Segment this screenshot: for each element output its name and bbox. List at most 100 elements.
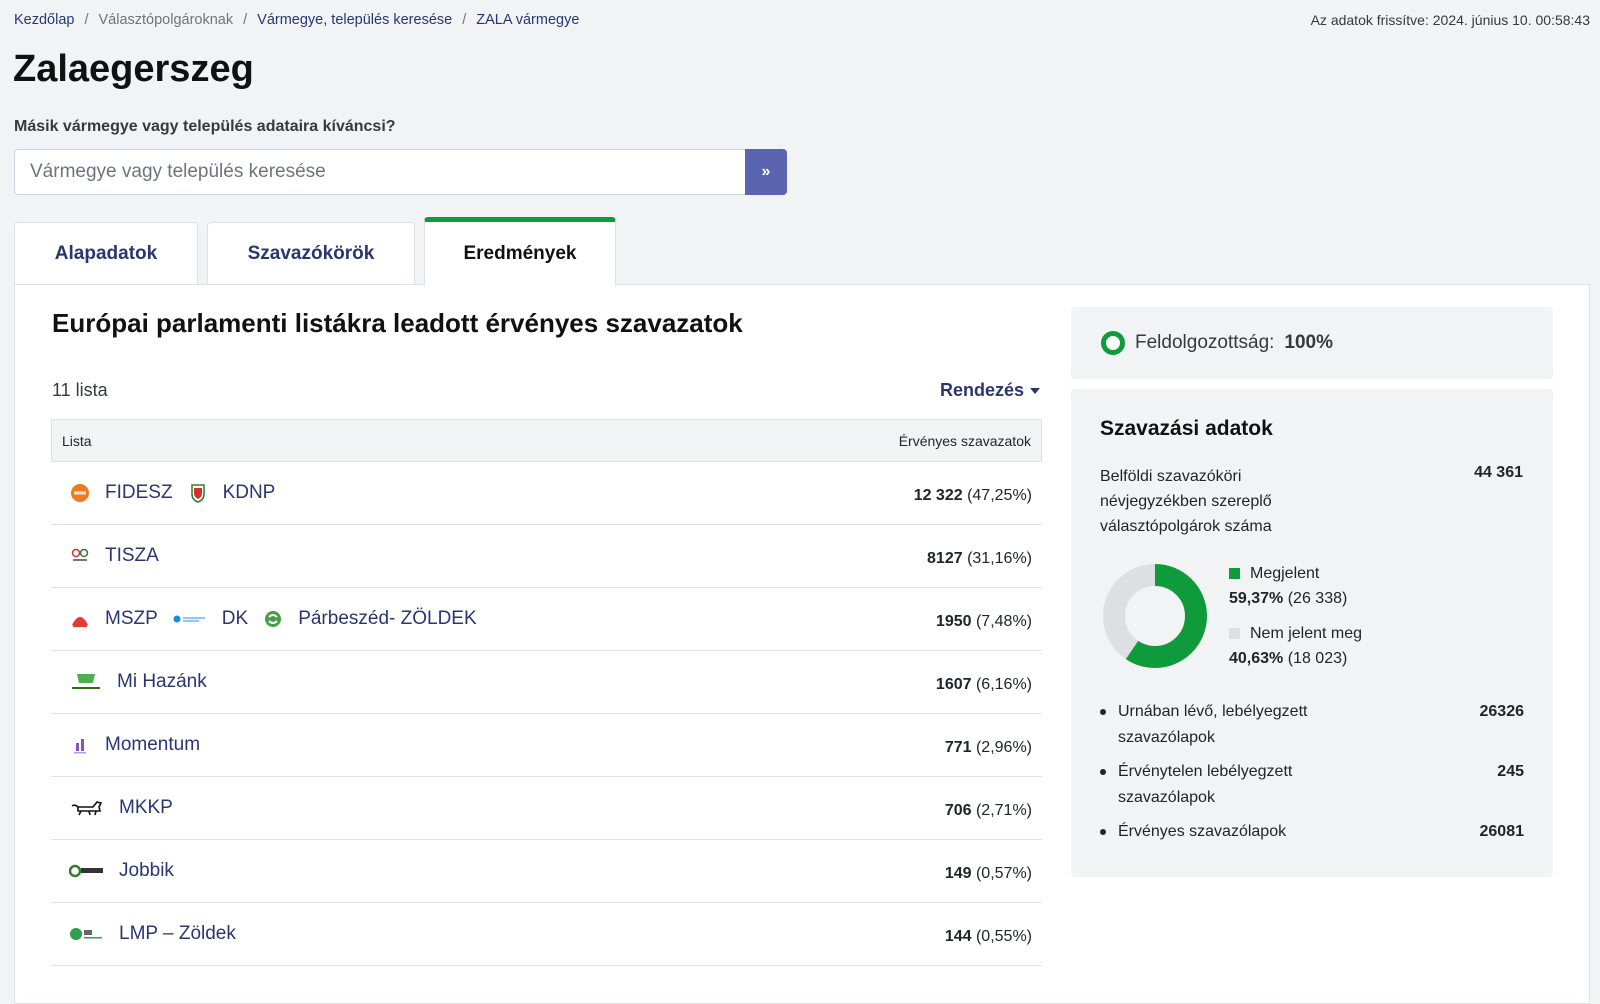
tab-szavazokorok[interactable]: Szavazókörök <box>207 222 415 285</box>
party-name: MKKP <box>119 797 173 818</box>
page-title: Zalaegerszeg <box>13 48 254 90</box>
list-item: Érvényes szavazólapok 26081 <box>1100 819 1524 845</box>
table-row: Jobbik 149 (0,57%) <box>51 840 1042 903</box>
column-header-list: Lista <box>62 432 92 449</box>
status-ring-icon <box>1101 331 1125 355</box>
mkkp-dog-icon <box>69 797 105 819</box>
vote-count: 706 <box>944 802 972 819</box>
vote-cell: 149 (0,57%) <box>945 859 1032 883</box>
party-link-jobbik[interactable]: Jobbik <box>69 860 174 882</box>
party-link-parbeszed[interactable]: Párbeszéd- ZÖLDEK <box>262 608 477 630</box>
progress-value: 100% <box>1284 332 1334 353</box>
column-header-votes: Érvényes szavazatok <box>898 432 1031 449</box>
lmp-logo-icon <box>69 923 105 945</box>
vote-percent: (2,96%) <box>975 739 1032 756</box>
party-name: Momentum <box>105 734 201 755</box>
tisza-logo-icon <box>69 545 91 567</box>
breadcrumb: Kezdőlap / Választópolgároknak / Vármegy… <box>14 12 579 28</box>
bullet-icon <box>1100 769 1106 775</box>
mi-hazank-logo-icon <box>69 671 103 693</box>
party-link-lmp[interactable]: LMP – Zöldek <box>69 923 236 945</box>
search-submit-button[interactable]: » <box>745 149 787 195</box>
vote-percent: (0,57%) <box>975 865 1032 882</box>
stat-value: 245 <box>1497 763 1524 780</box>
absent-count: (18 023) <box>1287 650 1348 667</box>
progress-card: Feldolgozottság: 100% <box>1071 307 1553 379</box>
table-row: FIDESZ KDNP 12 322 (47,25%) <box>51 462 1042 525</box>
vote-count: 1950 <box>935 613 972 630</box>
table-row: MKKP 706 (2,71%) <box>51 777 1042 840</box>
momentum-logo-icon <box>69 734 91 756</box>
vote-percent: (31,16%) <box>967 550 1032 567</box>
party-name: FIDESZ <box>105 482 173 503</box>
party-link-momentum[interactable]: Momentum <box>69 734 200 756</box>
vote-count: 144 <box>944 928 972 945</box>
tab-alapadatok[interactable]: Alapadatok <box>14 222 198 285</box>
list-item: Urnában lévő, lebélyegzett szavazólapok … <box>1100 699 1524 751</box>
party-name: KDNP <box>222 482 276 503</box>
stat-value: 26326 <box>1479 703 1525 720</box>
sort-label: Rendezés <box>940 380 1025 400</box>
table-header: Lista Érvényes szavazatok <box>51 419 1042 462</box>
vote-count: 12 322 <box>913 487 963 504</box>
present-legend-swatch <box>1229 568 1240 579</box>
mszp-logo-icon <box>69 608 91 630</box>
party-name: TISZA <box>105 545 159 566</box>
results-title: Európai parlamenti listákra leadott érvé… <box>52 308 743 338</box>
stat-value: 26081 <box>1479 823 1525 840</box>
bullet-icon <box>1100 829 1106 835</box>
breadcrumb-separator: / <box>84 12 89 28</box>
turnout-donut-chart <box>1103 564 1207 668</box>
sort-dropdown[interactable]: Rendezés <box>940 380 1041 401</box>
party-name: MSZP <box>105 608 158 629</box>
list-count: 11 lista <box>52 380 108 400</box>
jobbik-logo-icon <box>69 860 105 882</box>
search-input[interactable] <box>14 149 746 195</box>
absent-label: Nem jelent meg <box>1250 625 1363 642</box>
party-link-mkkp[interactable]: MKKP <box>69 797 173 819</box>
kdnp-logo-icon <box>187 482 209 504</box>
list-item: Érvénytelen lebélyegzett szavazólapok 24… <box>1100 759 1524 811</box>
vote-cell: 8127 (31,16%) <box>927 544 1032 568</box>
party-link-kdnp[interactable]: KDNP <box>187 482 276 504</box>
party-link-mszp[interactable]: MSZP <box>69 608 158 630</box>
breadcrumb-separator: / <box>462 12 467 28</box>
vote-count: 149 <box>944 865 972 882</box>
party-link-tisza[interactable]: TISZA <box>69 545 159 567</box>
party-name: DK <box>221 608 249 629</box>
table-row: Mi Hazánk 1607 (6,16%) <box>51 651 1042 714</box>
chevron-down-icon <box>1030 387 1041 394</box>
table-row: Momentum 771 (2,96%) <box>51 714 1042 777</box>
stat-label: Érvénytelen lebélyegzett szavazólapok <box>1118 763 1293 806</box>
party-name: LMP – Zöldek <box>119 923 236 944</box>
dk-logo-icon <box>172 608 208 630</box>
present-label: Megjelent <box>1250 565 1320 582</box>
tab-eredmenyek[interactable]: Eredmények <box>424 217 616 286</box>
vote-percent: (2,71%) <box>975 802 1032 819</box>
stat-label: Érvényes szavazólapok <box>1118 823 1287 840</box>
breadcrumb-separator: / <box>243 12 248 28</box>
party-link-mi-hazank[interactable]: Mi Hazánk <box>69 671 207 693</box>
table-row: LMP – Zöldek 144 (0,55%) <box>51 903 1042 966</box>
vote-cell: 1607 (6,16%) <box>936 670 1032 694</box>
party-name: Jobbik <box>119 860 174 881</box>
parbeszed-logo-icon <box>262 608 284 630</box>
present-count: (26 338) <box>1287 590 1348 607</box>
progress-label: Feldolgozottság: <box>1135 332 1275 353</box>
voting-data-card: Szavazási adatok Belföldi szavazóköri né… <box>1071 389 1553 877</box>
breadcrumb-county-link[interactable]: ZALA vármegye <box>476 12 579 28</box>
party-name: Mi Hazánk <box>117 671 207 692</box>
breadcrumb-search-link[interactable]: Vármegye, település keresése <box>257 12 452 28</box>
top-bar: Kezdőlap / Választópolgároknak / Vármegy… <box>14 12 1590 32</box>
vote-cell: 706 (2,71%) <box>945 796 1032 820</box>
registered-voters-label: Belföldi szavazóköri névjegyzékben szere… <box>1100 468 1272 535</box>
breadcrumb-home-link[interactable]: Kezdőlap <box>14 12 74 28</box>
party-link-dk[interactable]: DK <box>172 608 248 630</box>
breadcrumb-voters: Választópolgároknak <box>98 12 234 28</box>
absent-percent: 40,63% <box>1229 650 1284 667</box>
vote-percent: (0,55%) <box>975 928 1032 945</box>
party-link-fidesz[interactable]: FIDESZ <box>69 482 173 504</box>
table-row: MSZP DK Párbeszéd- ZÖLDEK 1950 (7,48%) <box>51 588 1042 651</box>
vote-cell: 1950 (7,48%) <box>936 607 1032 631</box>
vote-cell: 144 (0,55%) <box>945 922 1032 946</box>
